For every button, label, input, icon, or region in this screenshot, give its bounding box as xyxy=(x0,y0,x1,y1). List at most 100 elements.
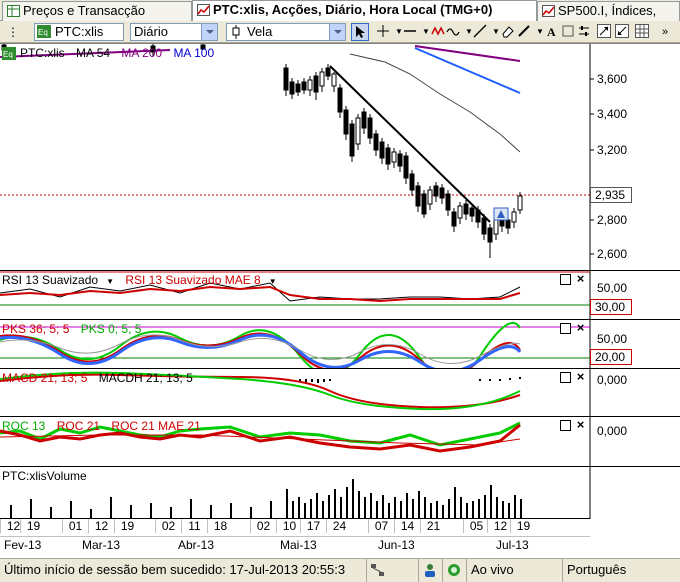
x-axis-months: Fev-13 Mar-13 Abr-13 Mai-13 Jun-13 Jul-1… xyxy=(0,536,590,554)
x-tick-month: Fev-13 xyxy=(4,538,42,552)
maximize-pane-button[interactable] xyxy=(560,420,571,431)
svg-text:A: A xyxy=(547,25,556,38)
toolbar-more-chevron[interactable]: » xyxy=(656,23,674,41)
tab-label: SP500.I, Índices, xyxy=(558,3,657,18)
legend-pks-slow[interactable]: PKS 36; 5; 5 xyxy=(2,322,69,336)
shapes-icon xyxy=(562,25,574,37)
x-tick-day: 14 xyxy=(394,519,420,533)
maximize-pane-button[interactable] xyxy=(560,274,571,285)
volume-pane[interactable]: PTC:xlisVolume xyxy=(0,466,680,519)
zoom-in-button[interactable] xyxy=(596,23,614,41)
svg-text:Eq: Eq xyxy=(38,28,48,37)
price-plot[interactable] xyxy=(0,44,680,270)
legend-macdh[interactable]: MACDH 21; 13; 5 xyxy=(99,371,193,385)
language-selector[interactable]: Português xyxy=(562,559,680,582)
network-icon xyxy=(371,564,384,576)
crosshair-icon xyxy=(377,25,389,37)
x-axis-days: 12 19 01 12 19 02 11 18 02 10 17 24 07 1… xyxy=(0,518,590,536)
sliders-icon xyxy=(579,26,589,36)
x-tick-day: 24 xyxy=(326,519,352,533)
legend-ma100[interactable]: MA 100 xyxy=(173,46,214,60)
chevron-down-icon[interactable] xyxy=(329,24,345,40)
tab-label: Preços e Transacção xyxy=(23,3,146,18)
toolbar-grip-icon: ⋮ xyxy=(7,25,19,39)
legend-roc21-mae[interactable]: ROC 21 MAE 21 xyxy=(111,419,200,433)
roc-pane[interactable]: ROC 13 ROC 21 ROC 21 MAE 21 × 0,000 xyxy=(0,416,680,467)
chart-icon xyxy=(542,5,555,17)
legend-rsi[interactable]: RSI 13 Suavizado xyxy=(2,273,98,287)
x-tick-day: 01 xyxy=(62,519,88,533)
close-pane-button[interactable]: × xyxy=(575,418,586,431)
grid-button[interactable] xyxy=(634,23,652,41)
wave-icon xyxy=(446,28,460,36)
maximize-pane-button[interactable] xyxy=(560,372,571,383)
legend-macd[interactable]: MACD 21; 13; 5 xyxy=(2,371,87,385)
legend-ma54[interactable]: MA 54 xyxy=(76,46,110,60)
period-select[interactable]: Diário xyxy=(130,23,218,41)
trendline-icon xyxy=(473,24,487,38)
x-tick-day: 19 xyxy=(510,519,536,533)
legend-pks-fast[interactable]: PKS 0; 5; 5 xyxy=(81,322,142,336)
legend-symbol[interactable]: PTC:xlis xyxy=(20,46,65,60)
grid-icon xyxy=(635,24,649,38)
text-icon: A xyxy=(547,25,556,38)
x-tick-day: 11 xyxy=(181,519,207,533)
pointer-tool-button[interactable] xyxy=(351,23,369,41)
user-icon-cell[interactable] xyxy=(418,559,442,582)
cursor-icon xyxy=(356,26,365,38)
x-tick-day: 10 xyxy=(276,519,302,533)
close-pane-button[interactable]: × xyxy=(575,272,586,285)
collapse-icon xyxy=(615,24,629,38)
zoom-out-button[interactable] xyxy=(614,23,632,41)
close-pane-button[interactable]: × xyxy=(575,321,586,334)
x-tick-day: 07 xyxy=(368,519,394,533)
price-pane[interactable]: Eq PTC:xlis MA 54 MA 200 MA 100 3,600 3,… xyxy=(0,44,680,270)
svg-text:Eq: Eq xyxy=(3,50,13,59)
price-axis-label: 3,200 xyxy=(597,143,628,157)
tab-bar: Preços e Transacção PTC:xlis, Acções, Di… xyxy=(0,0,680,22)
tab-label: PTC:xlis, Acções, Diário, Hora Local (TM… xyxy=(213,2,493,17)
pks-pane[interactable]: PKS 36; 5; 5 PKS 0; 5; 5 × 50,00 20,00 xyxy=(0,319,680,369)
connection-icon xyxy=(448,564,460,576)
chart-type-select[interactable]: Vela xyxy=(226,23,346,41)
legend-volume[interactable]: PTC:xlisVolume xyxy=(2,469,87,483)
price-axis-label: 2,800 xyxy=(597,213,628,227)
rsi-pane[interactable]: RSI 13 Suavizado ▼ RSI 13 Suavizado MAE 8… xyxy=(0,270,680,320)
candle-icon xyxy=(232,25,240,39)
volume-legend: PTC:xlisVolume xyxy=(2,469,95,483)
legend-roc21[interactable]: ROC 21 xyxy=(57,419,100,433)
x-tick-day: 19 xyxy=(20,519,46,533)
x-tick-day: 21 xyxy=(420,519,446,533)
tab-precos-transaccao[interactable]: Preços e Transacção xyxy=(2,1,192,21)
period-value: Diário xyxy=(134,24,168,39)
current-price-marker: 2,935 xyxy=(590,187,632,203)
macd-legend: MACD 21; 13; 5 MACDH 21; 13; 5 xyxy=(2,371,201,385)
rsi-level-marker: 30,00 xyxy=(590,299,632,315)
network-icon-cell[interactable] xyxy=(366,559,418,582)
status-message: Último início de sessão bem sucedido: 17… xyxy=(4,562,346,577)
macd-axis-label: 0,000 xyxy=(597,373,628,387)
chevron-down-icon[interactable] xyxy=(201,24,217,40)
tab-sp500[interactable]: SP500.I, Índices, xyxy=(537,1,680,21)
expand-icon xyxy=(597,24,611,38)
symbol-field[interactable]: Eq PTC:xlis xyxy=(34,23,124,41)
price-axis-label: 3,600 xyxy=(597,72,628,86)
x-tick-day: 17 xyxy=(300,519,326,533)
legend-roc13[interactable]: ROC 13 xyxy=(2,419,45,433)
macd-pane[interactable]: MACD 21; 13; 5 MACDH 21; 13; 5 × 0,000 xyxy=(0,368,680,417)
connection-indicator-cell[interactable] xyxy=(442,559,466,582)
legend-ma200[interactable]: MA 200 xyxy=(121,46,162,60)
zigzag-icon xyxy=(431,26,445,36)
tab-ptc-chart[interactable]: PTC:xlis, Acções, Diário, Hora Local (TM… xyxy=(192,0,537,22)
settings-tool-button[interactable] xyxy=(576,23,594,41)
x-tick-month: Mar-13 xyxy=(82,538,121,552)
connection-status: Ao vivo xyxy=(466,559,562,582)
maximize-pane-button[interactable] xyxy=(560,323,571,334)
equity-icon: Eq xyxy=(37,25,51,38)
x-tick-day: 02 xyxy=(250,519,276,533)
volume-plot[interactable] xyxy=(0,467,680,519)
legend-rsi-mae[interactable]: RSI 13 Suavizado MAE 8 xyxy=(125,273,260,287)
x-tick-month: Jul-13 xyxy=(496,538,529,552)
close-pane-button[interactable]: × xyxy=(575,370,586,383)
chart-area[interactable]: Eq PTC:xlis MA 54 MA 200 MA 100 3,600 3,… xyxy=(0,43,680,558)
